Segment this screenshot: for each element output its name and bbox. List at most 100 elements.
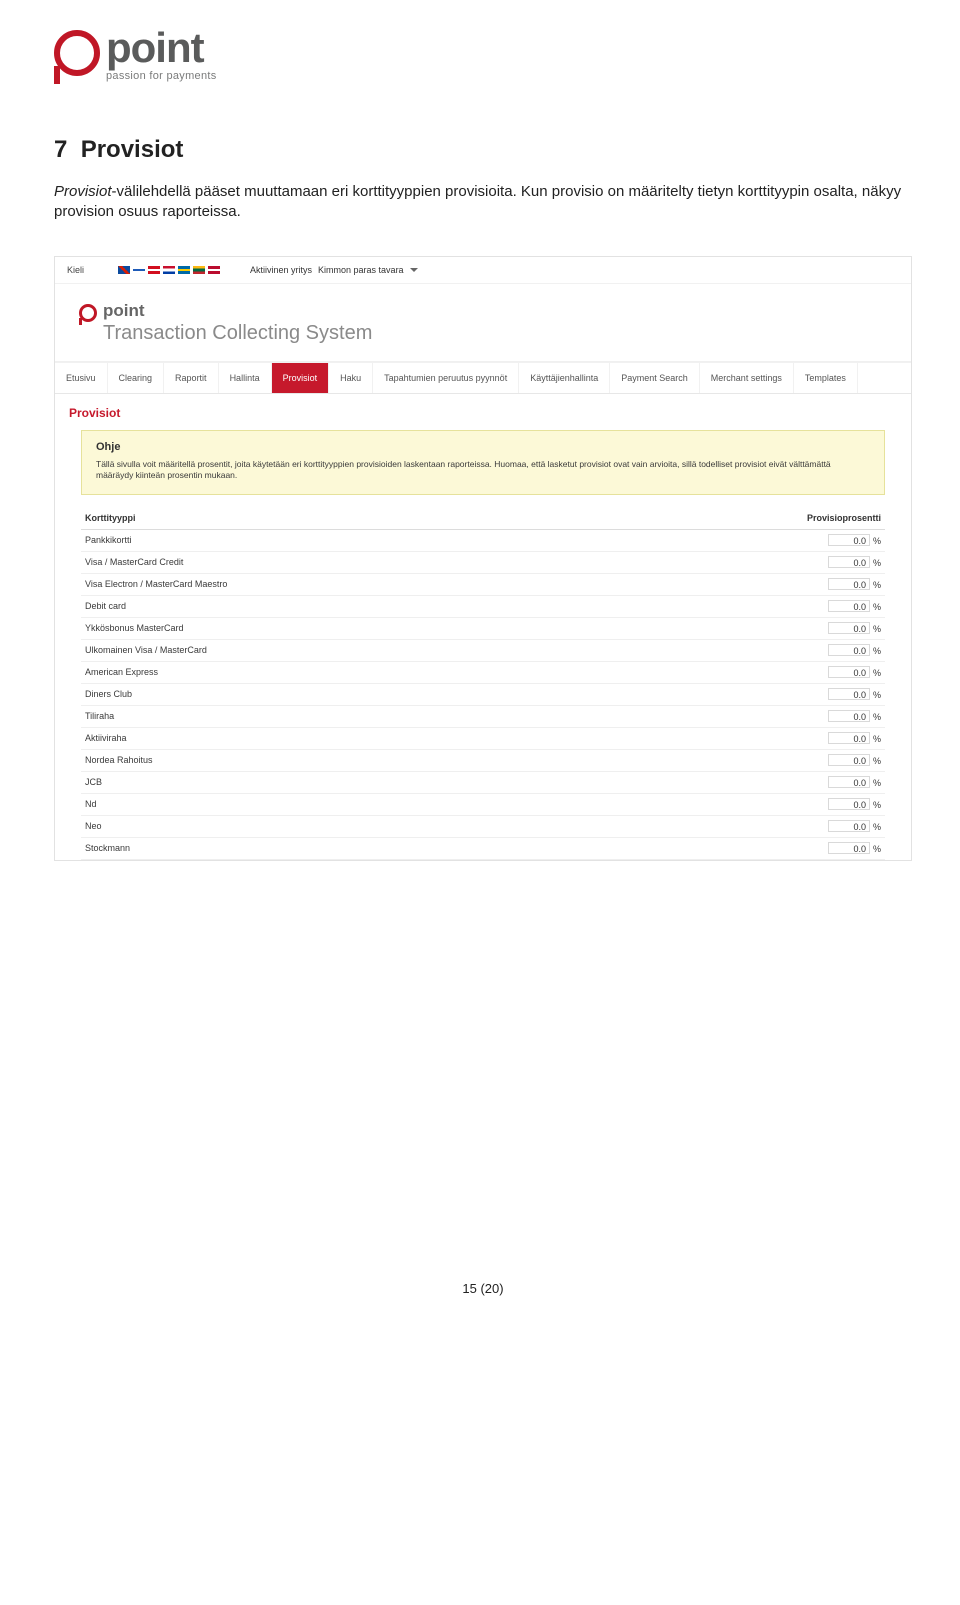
section-heading: 7 Provisiot: [54, 136, 912, 164]
flag-lt-icon[interactable]: [193, 266, 205, 274]
section-title: Provisiot: [81, 136, 184, 163]
percent-symbol: %: [873, 536, 881, 546]
commission-input[interactable]: 0.0: [828, 732, 870, 744]
table-header-type: Korttityyppi: [81, 507, 777, 530]
screenshot: Kieli Aktiivinen yritys Kimmon paras tav…: [54, 256, 912, 860]
commission-input[interactable]: 0.0: [828, 820, 870, 832]
row-value-cell: 0.0%: [777, 639, 885, 661]
flag-nl-icon[interactable]: [163, 266, 175, 274]
row-label: Visa Electron / MasterCard Maestro: [81, 573, 777, 595]
kieli-label: Kieli: [67, 265, 84, 275]
tab-merchant-settings[interactable]: Merchant settings: [700, 363, 794, 393]
percent-symbol: %: [873, 602, 881, 612]
row-label: Ykkösbonus MasterCard: [81, 617, 777, 639]
row-value-cell: 0.0%: [777, 573, 885, 595]
percent-symbol: %: [873, 756, 881, 766]
table-header-pct: Provisioprosentti: [777, 507, 885, 530]
tab-haku[interactable]: Haku: [329, 363, 373, 393]
row-value-cell: 0.0%: [777, 705, 885, 727]
tab-hallinta[interactable]: Hallinta: [219, 363, 272, 393]
row-value-cell: 0.0%: [777, 727, 885, 749]
row-label: Tiliraha: [81, 705, 777, 727]
table-row: Aktiiviraha0.0%: [81, 727, 885, 749]
tab-payment-search[interactable]: Payment Search: [610, 363, 700, 393]
commission-input[interactable]: 0.0: [828, 710, 870, 722]
commission-input[interactable]: 0.0: [828, 842, 870, 854]
tab-k-ytt-jienhallinta[interactable]: Käyttäjienhallinta: [519, 363, 610, 393]
row-value-cell: 0.0%: [777, 529, 885, 551]
percent-symbol: %: [873, 844, 881, 854]
commission-input[interactable]: 0.0: [828, 754, 870, 766]
language-flags[interactable]: [118, 266, 220, 274]
table-row: Visa Electron / MasterCard Maestro0.0%: [81, 573, 885, 595]
row-value-cell: 0.0%: [777, 595, 885, 617]
tab-clearing[interactable]: Clearing: [108, 363, 165, 393]
tab-templates[interactable]: Templates: [794, 363, 858, 393]
flag-fi-icon[interactable]: [133, 266, 145, 274]
table-row: Neo0.0%: [81, 815, 885, 837]
row-value-cell: 0.0%: [777, 617, 885, 639]
tab-raportit[interactable]: Raportit: [164, 363, 219, 393]
row-value-cell: 0.0%: [777, 661, 885, 683]
percent-symbol: %: [873, 558, 881, 568]
commission-input[interactable]: 0.0: [828, 600, 870, 612]
commission-input[interactable]: 0.0: [828, 622, 870, 634]
row-value-cell: 0.0%: [777, 837, 885, 859]
table-row: Diners Club0.0%: [81, 683, 885, 705]
percent-symbol: %: [873, 580, 881, 590]
row-label: JCB: [81, 771, 777, 793]
row-label: Debit card: [81, 595, 777, 617]
commission-input[interactable]: 0.0: [828, 556, 870, 568]
logo-mark: [54, 30, 100, 76]
row-value-cell: 0.0%: [777, 815, 885, 837]
active-company-dropdown[interactable]: Aktiivinen yritys Kimmon paras tavara: [250, 265, 418, 275]
flag-no-icon[interactable]: [208, 266, 220, 274]
header-point: point: [103, 304, 372, 318]
percent-symbol: %: [873, 624, 881, 634]
table-row: Pankkikortti0.0%: [81, 529, 885, 551]
help-text: Tällä sivulla voit määritellä prosentit,…: [96, 459, 870, 482]
flag-se-icon[interactable]: [178, 266, 190, 274]
tab-etusivu[interactable]: Etusivu: [55, 363, 108, 393]
commission-input[interactable]: 0.0: [828, 688, 870, 700]
row-label: Nordea Rahoitus: [81, 749, 777, 771]
intro-italic: Provisiot: [54, 183, 112, 200]
commission-input[interactable]: 0.0: [828, 578, 870, 590]
table-row: Nd0.0%: [81, 793, 885, 815]
commission-input[interactable]: 0.0: [828, 776, 870, 788]
logo-word: point: [106, 28, 217, 68]
chevron-down-icon: [410, 268, 418, 272]
help-title: Ohje: [96, 441, 870, 453]
commission-input[interactable]: 0.0: [828, 644, 870, 656]
flag-uk-icon[interactable]: [118, 266, 130, 274]
percent-symbol: %: [873, 822, 881, 832]
logo: point passion for payments: [54, 28, 912, 82]
row-value-cell: 0.0%: [777, 771, 885, 793]
row-label: Ulkomainen Visa / MasterCard: [81, 639, 777, 661]
screenshot-header: point Transaction Collecting System: [55, 284, 911, 361]
percent-symbol: %: [873, 668, 881, 678]
row-value-cell: 0.0%: [777, 793, 885, 815]
row-label: Neo: [81, 815, 777, 837]
table-row: American Express0.0%: [81, 661, 885, 683]
commission-input[interactable]: 0.0: [828, 534, 870, 546]
table-row: JCB0.0%: [81, 771, 885, 793]
row-label: Diners Club: [81, 683, 777, 705]
table-row: Ulkomainen Visa / MasterCard0.0%: [81, 639, 885, 661]
table-row: Visa / MasterCard Credit0.0%: [81, 551, 885, 573]
active-company-value: Kimmon paras tavara: [318, 265, 404, 275]
commission-input[interactable]: 0.0: [828, 666, 870, 678]
percent-symbol: %: [873, 646, 881, 656]
tab-provisiot[interactable]: Provisiot: [272, 363, 330, 393]
tab-tapahtumien-peruutus-pyynn-t[interactable]: Tapahtumien peruutus pyynnöt: [373, 363, 519, 393]
row-value-cell: 0.0%: [777, 551, 885, 573]
help-box: Ohje Tällä sivulla voit määritellä prose…: [81, 430, 885, 495]
percent-symbol: %: [873, 734, 881, 744]
flag-dk-icon[interactable]: [148, 266, 160, 274]
commission-input[interactable]: 0.0: [828, 798, 870, 810]
percent-symbol: %: [873, 712, 881, 722]
table-row: Nordea Rahoitus 0.0%: [81, 749, 885, 771]
header-subtitle: Transaction Collecting System: [103, 322, 372, 345]
row-label: Pankkikortti: [81, 529, 777, 551]
row-label: Aktiiviraha: [81, 727, 777, 749]
